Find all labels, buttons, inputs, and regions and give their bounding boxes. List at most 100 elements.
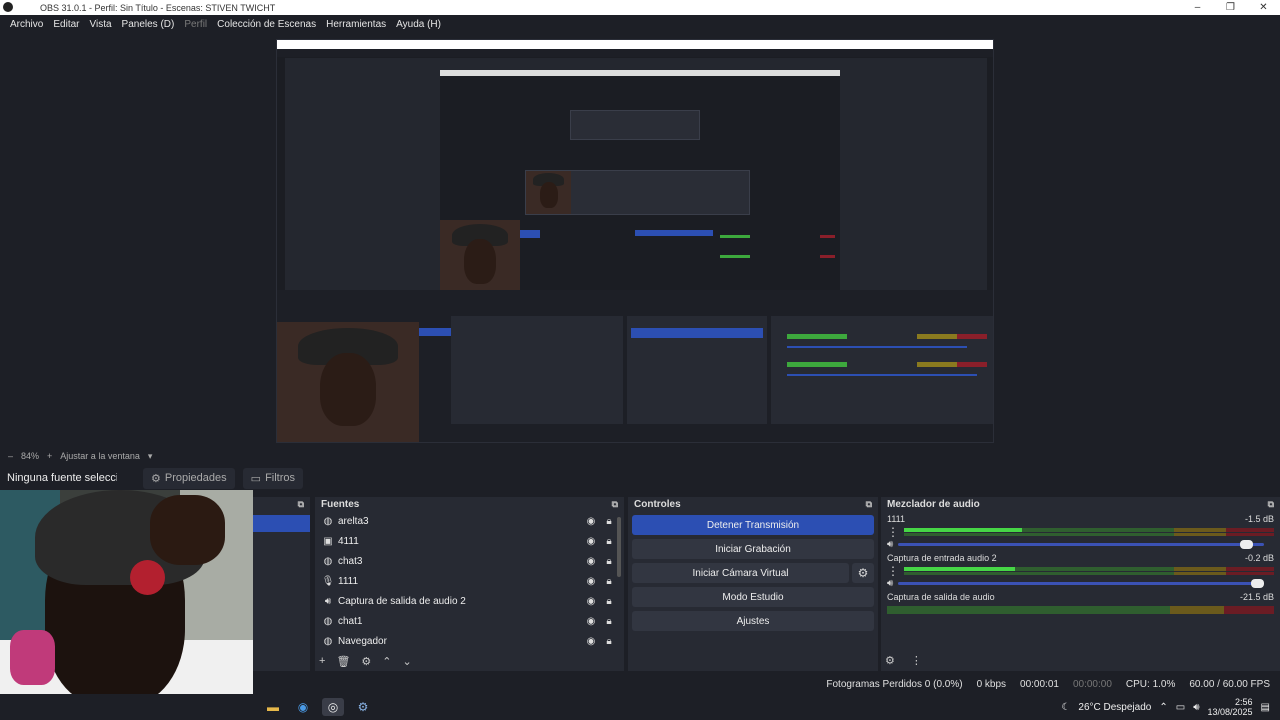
lock-icon[interactable]: 🔒︎ [600,556,618,567]
volume-slider[interactable] [898,578,1264,588]
zoom-out-button[interactable]: – [8,451,13,461]
chevron-down-icon[interactable]: ▾ [148,451,153,462]
zoom-fit-label[interactable]: Ajustar a la ventana [60,451,140,461]
properties-button[interactable]: ⚙ Propiedades [143,467,235,489]
maximize-button[interactable]: ❐ [1214,2,1247,13]
fps-readout: 60.00 / 60.00 FPS [1189,678,1270,690]
menu-archivo[interactable]: Archivo [10,19,43,30]
float-dock-icon[interactable]: ⧉ [1268,499,1274,510]
sources-dock: Fuentes ⧉ ◍ arelta3 ◉ 🔒︎ ▣ 4111 ◉ 🔒︎ ◍ c… [315,497,624,671]
zoom-in-button[interactable]: + [47,451,52,461]
gear-icon[interactable]: ⚙ [361,655,371,668]
eye-icon[interactable]: ◉ [582,596,600,607]
source-item[interactable]: ▣ 4111 ◉ 🔒︎ [315,531,624,551]
add-source-icon[interactable]: + [319,655,325,667]
eye-icon[interactable]: ◉ [582,556,600,567]
advanced-audio-icon[interactable]: ⚙ [885,654,895,667]
menu-vista[interactable]: Vista [89,19,111,30]
menu-paneles[interactable]: Paneles (D) [122,19,175,30]
filters-button[interactable]: ▭ Filtros [242,467,304,489]
move-up-icon[interactable]: ⌃ [382,655,391,668]
speaker-icon[interactable]: 🔊︎ [887,578,893,589]
settings-button[interactable]: Ajustes [632,611,874,631]
program-preview[interactable] [276,39,994,443]
source-item[interactable]: 🎙︎ 1111 ◉ 🔒︎ [315,571,624,591]
speaker-icon[interactable]: 🔊︎ [887,539,893,550]
steam-icon[interactable]: ⚙ [352,698,374,716]
start-recording-button[interactable]: Iniciar Grabación [632,539,874,559]
float-dock-icon[interactable]: ⧉ [298,499,304,510]
float-dock-icon[interactable]: ⧉ [612,499,618,510]
preview-nested-webcam-large [277,322,419,442]
menu-ayuda[interactable]: Ayuda (H) [396,19,441,30]
clock[interactable]: 2:56 13/08/2025 [1208,697,1253,717]
network-icon[interactable]: ▭ [1176,702,1185,713]
eye-icon[interactable]: ◉ [582,516,600,527]
volume-slider[interactable] [898,539,1264,549]
weather-icon: ☾ [1061,701,1071,713]
source-item[interactable]: ◍ arelta3 ◉ 🔒︎ [315,511,624,531]
float-dock-icon[interactable]: ⧉ [866,499,872,510]
stream-timer: 00:00:01 [1020,678,1059,690]
mixer-channel: 1111 -1.5 dB ⋮ 🔊︎ [881,511,1280,550]
filters-label: Filtros [265,472,296,484]
mixer-channel: Captura de salida de audio -21.5 dB [881,589,1280,616]
file-explorer-icon[interactable]: ▬ [262,698,284,716]
kebab-menu-icon[interactable]: ⋮ [911,654,922,667]
browser-icon: ◍ [323,555,333,567]
source-label: 1111 [338,575,359,587]
tray-chevron-icon[interactable]: ⌃ [1159,702,1167,713]
source-item[interactable]: ◍ chat3 ◉ 🔒︎ [315,551,624,571]
scene-item-selected[interactable] [253,515,310,532]
lock-icon[interactable]: 🔒︎ [600,596,618,607]
lock-icon[interactable]: 🔒︎ [600,616,618,627]
source-label: Navegador [338,635,387,647]
weather-text[interactable]: 26°C Despejado [1078,702,1151,713]
move-down-icon[interactable]: ⌄ [403,655,412,668]
volume-meter [904,566,1274,576]
volume-meter [904,527,1274,537]
source-item[interactable]: ◍ chat1 ◉ 🔒︎ [315,611,624,631]
lock-icon[interactable]: 🔒︎ [600,516,618,527]
studio-mode-button[interactable]: Modo Estudio [632,587,874,607]
gear-icon[interactable]: ⚙ [852,563,874,583]
source-item[interactable]: ◍ Navegador ◉ 🔒︎ [315,631,624,651]
source-label: chat1 [338,615,363,627]
preview-nested-titlebar [277,40,993,49]
kebab-menu-icon[interactable]: ⋮ [887,525,899,539]
preview-nested-window-3 [570,110,700,140]
close-button[interactable]: ✕ [1247,2,1280,13]
channel-db: -1.5 dB [1244,514,1274,524]
eye-icon[interactable]: ◉ [582,576,600,587]
menu-perfil[interactable]: Perfil [184,19,207,30]
stop-stream-button[interactable]: Detener Transmisión [632,515,874,535]
menu-coleccion-escenas[interactable]: Colección de Escenas [217,19,316,30]
source-label: arelta3 [338,515,369,527]
start-virtual-camera-button[interactable]: Iniciar Cámara Virtual [632,563,849,583]
menu-herramientas[interactable]: Herramientas [326,19,386,30]
trash-icon[interactable]: 🗑︎ [336,655,350,668]
source-item[interactable]: 🔊︎ Captura de salida de audio 2 ◉ 🔒︎ [315,591,624,611]
obs-icon[interactable]: ◎ [322,698,344,716]
browser-icon: ◍ [323,635,333,647]
lock-icon[interactable]: 🔒︎ [600,536,618,547]
eye-icon[interactable]: ◉ [582,536,600,547]
zoom-bar: – 84% + Ajustar a la ventana ▾ [0,449,1280,463]
lock-icon[interactable]: 🔒︎ [600,636,618,647]
eye-icon[interactable]: ◉ [582,616,600,627]
mixer-title: Mezclador de audio [887,498,980,510]
chrome-icon[interactable]: ◉ [292,698,314,716]
audio-mixer-dock: Mezclador de audio ⧉ 1111 -1.5 dB ⋮ 🔊︎ C… [881,497,1280,671]
kebab-menu-icon[interactable]: ⋮ [887,564,899,578]
browser-icon: ◍ [323,515,333,527]
source-toolbar: Ninguna fuente seleccionada ⚙ Propiedade… [0,466,1280,490]
minimize-button[interactable]: – [1181,2,1214,13]
lock-icon[interactable]: 🔒︎ [600,576,618,587]
volume-icon[interactable]: 🔊︎ [1193,702,1199,713]
sources-scrollbar[interactable] [617,517,621,577]
preview-area[interactable] [0,33,1280,449]
notifications-icon[interactable]: ▤ [1261,702,1270,713]
channel-db: -21.5 dB [1239,592,1274,602]
menu-editar[interactable]: Editar [53,19,79,30]
eye-icon[interactable]: ◉ [582,636,600,647]
